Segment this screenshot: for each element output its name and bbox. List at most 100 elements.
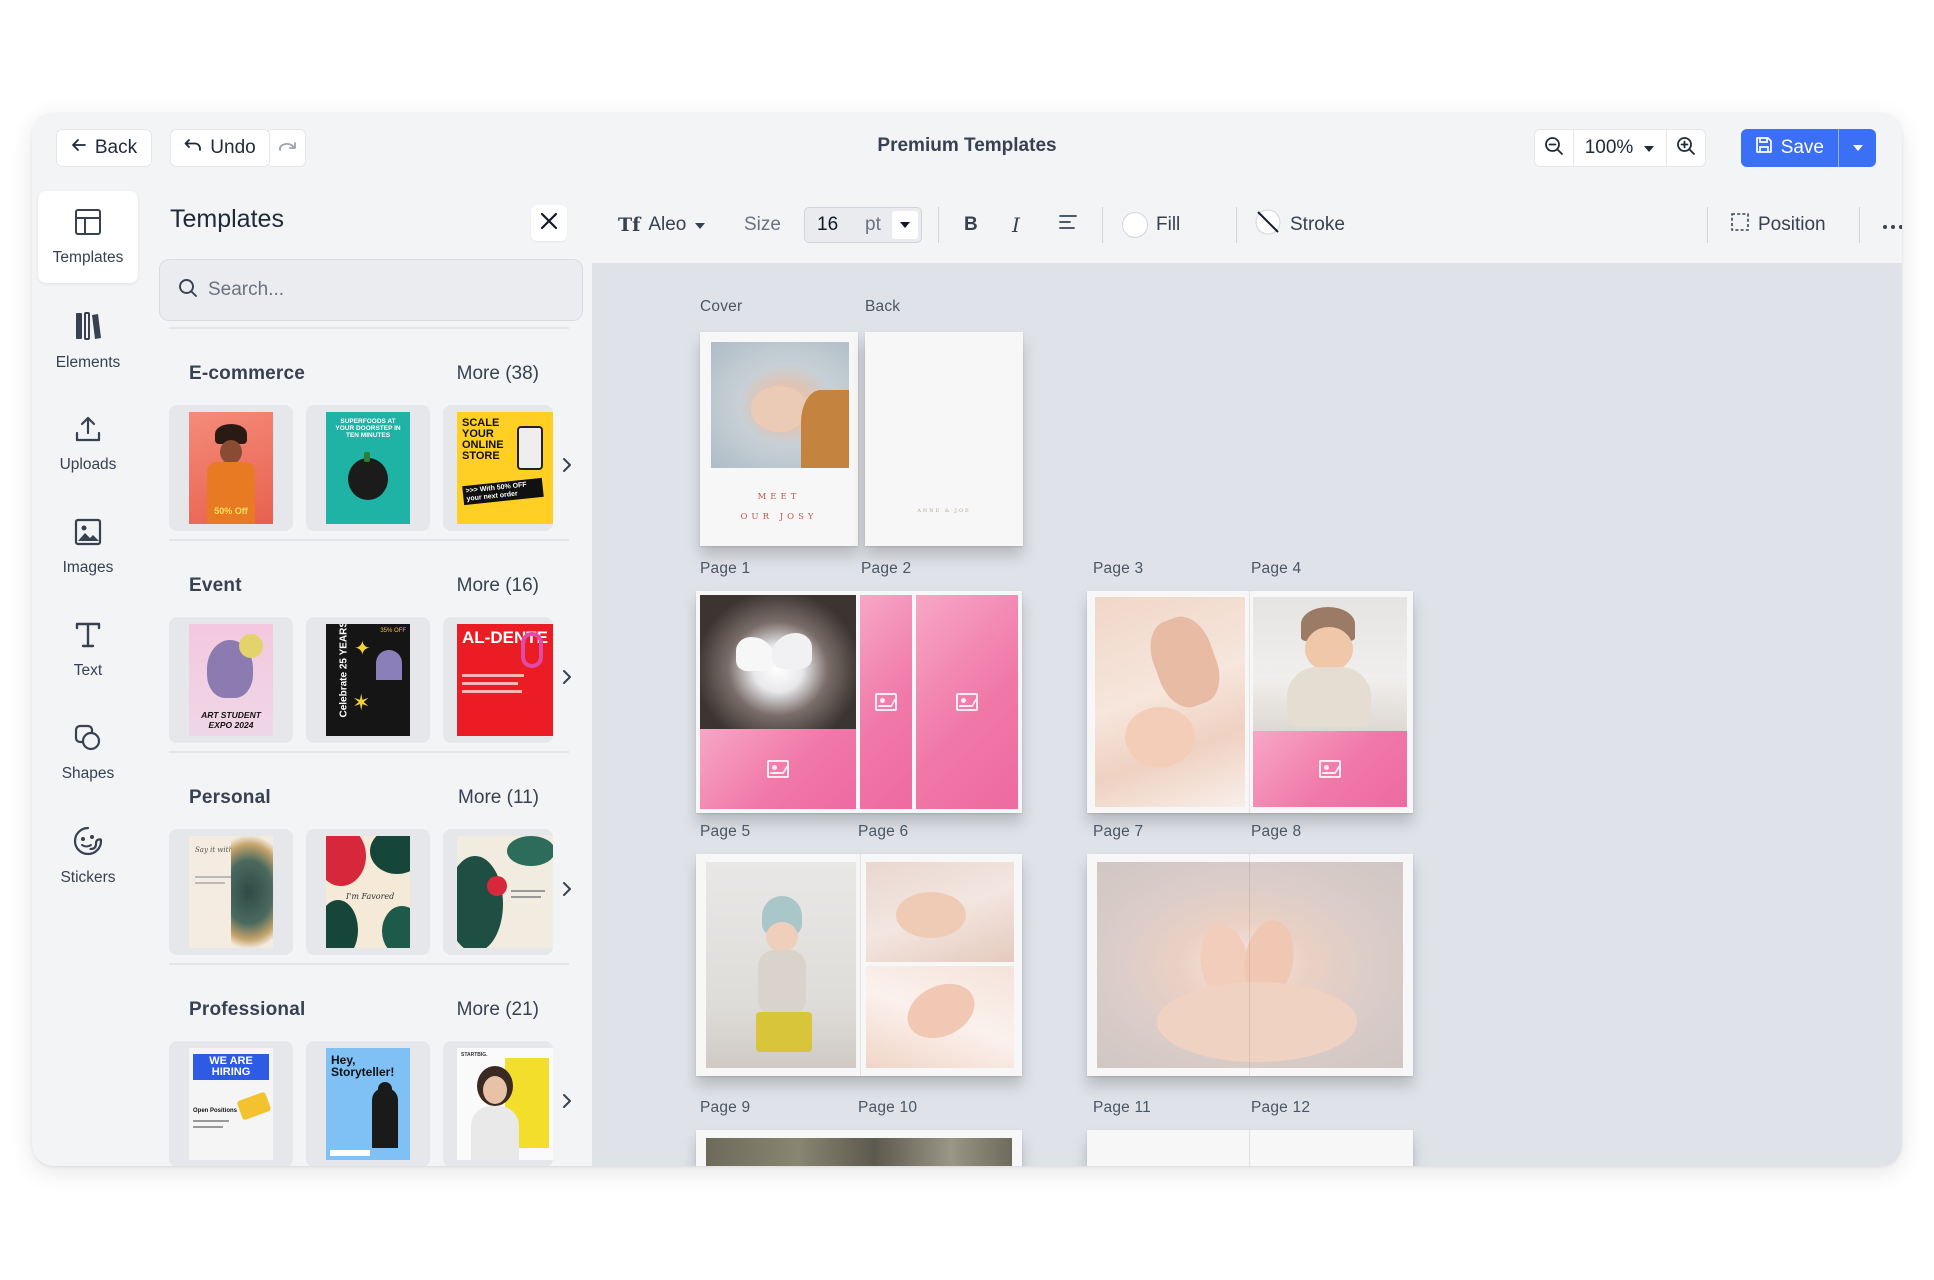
photo-smiling-baby[interactable] (1253, 597, 1407, 731)
more-link[interactable]: More (38) (457, 363, 539, 385)
thumb-text: Celebrate 25 YEARS (338, 624, 350, 718)
template-thumb[interactable]: Celebrate 25 YEARS 35% OFF ✦ ✶ (306, 617, 430, 743)
rail-item-text[interactable]: Text (38, 604, 138, 696)
separator (1102, 207, 1103, 243)
photo-baby-fingers[interactable] (866, 966, 1014, 1068)
thumb-text: Hey, Storyteller! (331, 1053, 395, 1079)
caret-down-icon (694, 214, 706, 236)
font-value: Aleo (648, 214, 687, 235)
back-page[interactable]: ANNE & JOE (865, 332, 1023, 546)
chevron-right-icon (562, 881, 572, 902)
template-thumb[interactable]: 50% Off (169, 405, 293, 531)
spread-pages-11-12[interactable] (1087, 1130, 1413, 1166)
template-thumb[interactable]: SCALE YOUR ONLINE STORE >>> With 50% OFF… (443, 405, 553, 531)
photo-sleeping-baby[interactable] (866, 862, 1014, 962)
spread-pages-9-10[interactable] (696, 1130, 1022, 1166)
spread-pages-7-8[interactable] (1087, 854, 1413, 1076)
cover-photo[interactable] (711, 342, 849, 468)
photo-baby-hat[interactable] (706, 862, 856, 1068)
image-placeholder[interactable] (1253, 731, 1407, 807)
undo-button[interactable]: Undo (170, 129, 270, 167)
template-thumb[interactable] (443, 829, 553, 955)
carousel-next-button[interactable] (557, 1087, 577, 1119)
align-button[interactable] (1058, 187, 1078, 263)
chevron-right-icon (562, 669, 572, 690)
save-options-button[interactable] (1838, 129, 1876, 167)
position-button[interactable]: Position (1730, 187, 1826, 263)
back-button[interactable]: Back (56, 129, 152, 167)
cover-page[interactable]: MEET OUR JOSY (700, 332, 858, 546)
rail-item-shapes[interactable]: Shapes (38, 707, 138, 799)
undo-icon (184, 137, 202, 159)
photo-landscape[interactable] (706, 1138, 1012, 1166)
redo-button[interactable] (270, 129, 306, 167)
template-thumb[interactable]: Say it with me (169, 829, 293, 955)
image-placeholder[interactable] (860, 595, 912, 809)
section-header-professional: Professional More (21) (189, 999, 539, 1021)
more-options-button[interactable] (1882, 187, 1902, 263)
templates-icon (74, 208, 102, 241)
photo-baby-feet[interactable] (1097, 862, 1403, 1068)
fill-button[interactable]: Fill (1122, 187, 1180, 263)
rail-label: Uploads (59, 455, 117, 473)
carousel-next-button[interactable] (557, 451, 577, 483)
rail-item-uploads[interactable]: Uploads (38, 398, 138, 490)
spread-pages-5-6[interactable] (696, 854, 1022, 1076)
template-thumb[interactable]: ART STUDENT EXPO 2024 (169, 617, 293, 743)
cover-heading-2[interactable]: OUR JOSY (700, 512, 858, 522)
zoom-out-button[interactable] (1535, 130, 1573, 166)
template-thumb[interactable]: SUPERFOODS AT YOUR DOORSTEP IN TEN MINUT… (306, 405, 430, 531)
template-thumb[interactable]: STARTBIG. (443, 1041, 553, 1166)
rail-item-templates[interactable]: Templates (38, 191, 138, 283)
zoom-in-button[interactable] (1667, 130, 1705, 166)
carousel-next-button[interactable] (557, 663, 577, 695)
size-dropdown-button[interactable] (892, 211, 918, 239)
stroke-label: Stroke (1290, 214, 1345, 235)
spread-pages-3-4[interactable] (1087, 591, 1413, 813)
undo-label: Undo (210, 137, 256, 158)
template-thumb[interactable]: Hey, Storyteller! (306, 1041, 430, 1166)
back-text[interactable]: ANNE & JOE (865, 508, 1023, 514)
thumbs-ecommerce: 50% Off SUPERFOODS AT YOUR DOORSTEP IN T… (169, 405, 571, 531)
image-placeholder[interactable] (700, 729, 856, 809)
page-label: Page 3 (1093, 560, 1144, 577)
thumb-text: SUPERFOODS AT YOUR DOORSTEP IN TEN MINUT… (335, 418, 401, 440)
rail-item-elements[interactable]: Elements (38, 295, 138, 387)
font-size-input[interactable]: 16 pt (804, 207, 922, 243)
image-placeholder[interactable] (916, 595, 1018, 809)
template-thumb[interactable]: WE ARE HIRING Open Positions (169, 1041, 293, 1166)
format-toolbar: Tf Aleo Size 16 pt B I Fill Stroke Posit… (592, 187, 1902, 263)
template-thumb[interactable]: I'm Favored (306, 829, 430, 955)
thumb-text: 50% Off (214, 506, 248, 516)
zoom-select[interactable]: 100% (1573, 130, 1667, 166)
section-header-ecommerce: E-commerce More (38) (189, 363, 539, 385)
template-thumb[interactable]: AL-DENTE (443, 617, 553, 743)
thumb-text: I'm Favored (346, 892, 395, 901)
photo-baby-shoes[interactable] (700, 595, 856, 729)
position-label: Position (1758, 214, 1826, 235)
bold-button[interactable]: B (964, 187, 978, 263)
page-label: Page 7 (1093, 823, 1144, 840)
close-panel-button[interactable] (531, 205, 567, 241)
more-link[interactable]: More (21) (457, 999, 539, 1021)
rail-item-images[interactable]: Images (38, 501, 138, 593)
page-label: Page 4 (1251, 560, 1302, 577)
font-select[interactable]: Tf Aleo (618, 187, 706, 263)
panel-title: Templates (170, 205, 284, 233)
size-label: Size (744, 214, 781, 235)
italic-button[interactable]: I (1012, 187, 1020, 263)
rail-item-stickers[interactable]: Stickers (38, 810, 138, 902)
stroke-button[interactable]: Stroke (1254, 187, 1345, 263)
more-link[interactable]: More (16) (457, 575, 539, 597)
section-title: Professional (189, 999, 306, 1020)
carousel-next-button[interactable] (557, 875, 577, 907)
rail-label: Images (62, 558, 114, 576)
page-label-back: Back (865, 298, 901, 315)
save-button[interactable]: Save (1741, 129, 1838, 167)
photo-baby-hand[interactable] (1095, 597, 1245, 807)
search-field (159, 259, 583, 321)
search-input[interactable] (208, 279, 568, 301)
more-link[interactable]: More (11) (458, 787, 539, 809)
spread-pages-1-2[interactable] (696, 591, 1022, 813)
cover-heading-1[interactable]: MEET (700, 492, 858, 502)
